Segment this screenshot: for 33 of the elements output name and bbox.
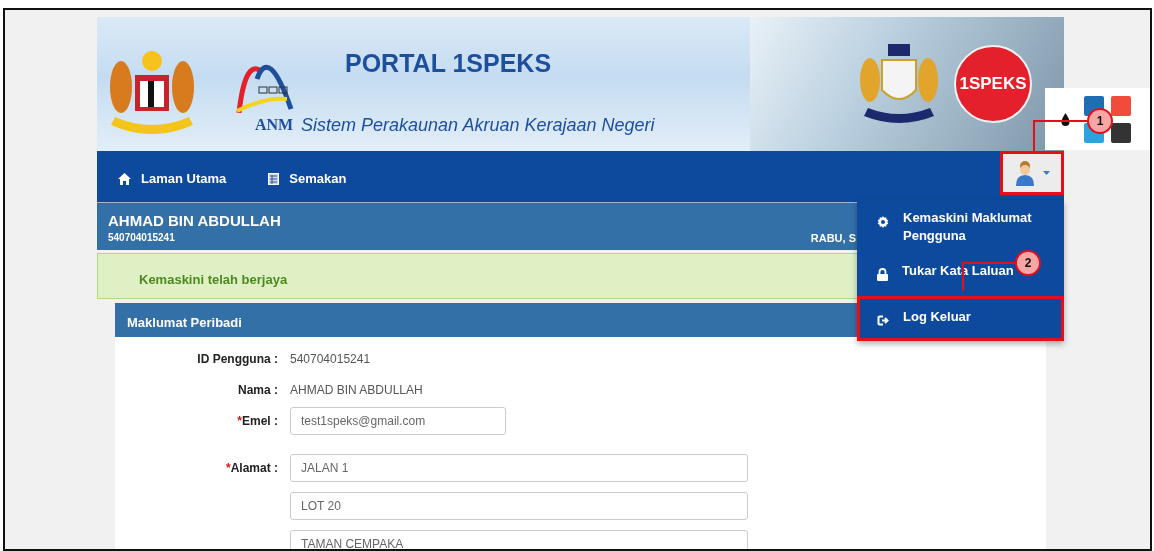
nav-link[interactable]: Semakan (268, 169, 347, 189)
user-name: AHMAD BIN ABDULLAH (108, 213, 281, 230)
table-icon (268, 172, 280, 185)
user-menu-button[interactable] (1000, 151, 1064, 195)
input-field[interactable]: test1speks@gmail.com (290, 407, 506, 435)
user-id: 540704015241 (108, 230, 176, 245)
color-swatch[interactable] (1111, 95, 1131, 116)
color-swatch[interactable] (1111, 122, 1131, 143)
input-field[interactable]: TAMAN CEMPAKA (290, 530, 748, 549)
settings-icon (877, 215, 889, 228)
logo-badge: 1SPEKS (954, 45, 1032, 123)
lock-icon (877, 268, 888, 282)
drop-icon (1061, 112, 1070, 126)
input-field[interactable]: LOT 20 (290, 492, 748, 520)
input-field[interactable]: JALAN 1 (290, 454, 748, 482)
field-value: 540704015241 (290, 351, 371, 368)
agency-logo-text: ANM (255, 117, 294, 133)
portal-title: PORTAL 1SPEKS (345, 51, 553, 76)
date-text: RABU, S (810, 231, 856, 246)
caret-icon (1042, 171, 1050, 175)
leader-line (1033, 120, 1089, 152)
logout-icon (877, 314, 889, 326)
nav-link[interactable]: Laman Utama (118, 169, 227, 189)
field-label: ID Pengguna : (196, 351, 279, 368)
menu-item[interactable]: Kemaskini Maklumat Pengguna (857, 205, 1064, 249)
home-icon (118, 172, 131, 185)
portal-subtitle: Sistem Perakaunan Akruan Kerajaan Negeri (301, 114, 655, 137)
field-label: *Emel : (236, 413, 279, 430)
field-label: *Alamat : (225, 460, 279, 477)
field-label: Nama : (237, 382, 279, 399)
avatar-icon (1014, 160, 1035, 186)
field-value: AHMAD BIN ABDULLAH (290, 382, 423, 399)
menu-item[interactable]: Log Keluar (857, 295, 1064, 342)
